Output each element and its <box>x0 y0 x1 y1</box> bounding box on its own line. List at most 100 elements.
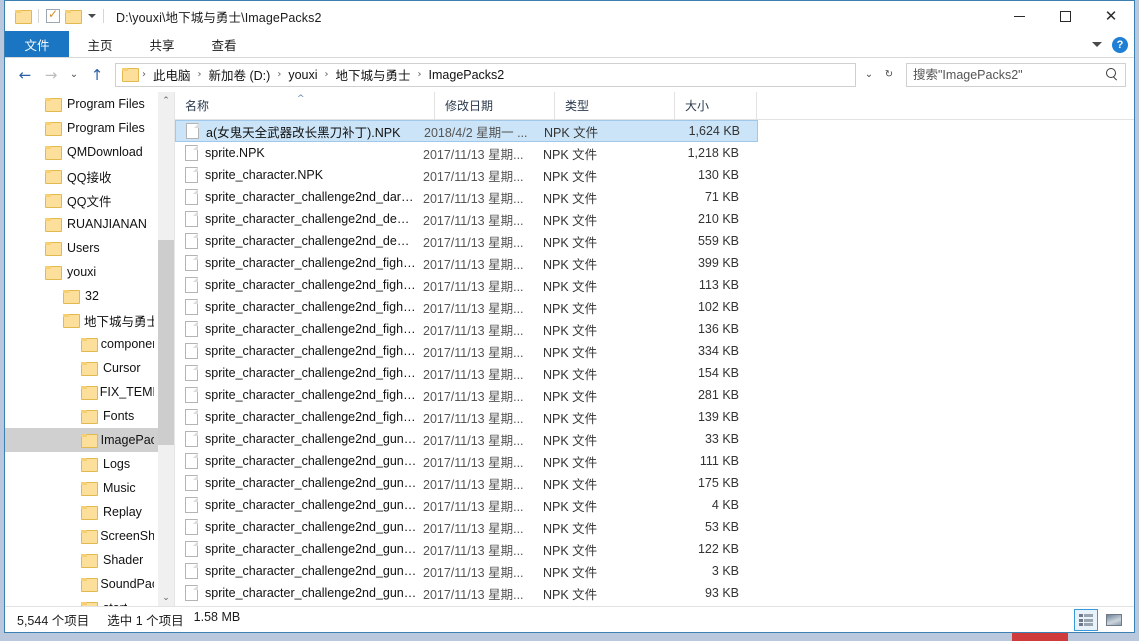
file-icon <box>185 321 198 337</box>
tab-file[interactable]: 文件 <box>5 31 69 57</box>
folder-icon <box>81 530 94 543</box>
caret-down-icon[interactable]: ⌄ <box>158 589 174 606</box>
tree-item[interactable]: Program Files <box>5 92 158 116</box>
folder-icon[interactable] <box>15 10 31 23</box>
tree-item[interactable]: Users <box>5 236 158 260</box>
table-row[interactable]: sprite_character_challenge2nd_fighter...… <box>175 296 758 318</box>
tree-item[interactable]: start <box>5 596 158 606</box>
table-row[interactable]: sprite_character_challenge2nd_fighter...… <box>175 406 758 428</box>
table-row[interactable]: sprite.NPK2017/11/13 星期...NPK 文件1,218 KB <box>175 142 758 164</box>
tree-item[interactable]: QMDownload <box>5 140 158 164</box>
address-dropdown-button[interactable]: ⌄ <box>860 63 878 87</box>
tree-item[interactable]: ImagePack <box>5 428 158 452</box>
tree-item[interactable]: RUANJIANAN <box>5 212 158 236</box>
table-row[interactable]: sprite_character_challenge2nd_fighter...… <box>175 318 758 340</box>
recent-locations-button[interactable]: ⌄ <box>65 63 83 87</box>
breadcrumb[interactable]: › 此电脑 › 新加卷 (D:) › youxi › 地下城与勇士 › Imag… <box>115 63 856 87</box>
tree-item[interactable]: Cursor <box>5 356 158 380</box>
status-selection-size: 1.58 MB <box>194 610 241 629</box>
search-input[interactable] <box>913 68 1093 82</box>
tab-share[interactable]: 共享 <box>131 31 193 57</box>
maximize-button[interactable] <box>1042 1 1088 31</box>
tree-item[interactable]: Music <box>5 476 158 500</box>
table-row[interactable]: a(女鬼天全武器改长黑刀补丁).NPK2018/4/2 星期一 ...NPK 文… <box>175 120 758 142</box>
file-name: sprite_character_challenge2nd_fighter... <box>205 410 423 424</box>
file-size: 33 KB <box>663 432 739 446</box>
column-header-date[interactable]: 修改日期 <box>435 92 555 119</box>
tree-item[interactable]: Program Files <box>5 116 158 140</box>
table-row[interactable]: sprite_character_challenge2nd_darkk...20… <box>175 186 758 208</box>
file-name: sprite_character_challenge2nd_fighter... <box>205 322 423 336</box>
table-row[interactable]: sprite_character.NPK2017/11/13 星期...NPK … <box>175 164 758 186</box>
tree-item[interactable]: QQ文件 <box>5 188 158 212</box>
breadcrumb-item-youxi[interactable]: youxi <box>285 68 320 82</box>
table-row[interactable]: sprite_character_challenge2nd_fighter...… <box>175 340 758 362</box>
tree-scrollbar[interactable]: ⌃ ⌄ <box>158 92 174 606</box>
table-row[interactable]: sprite_character_challenge2nd_gunne...20… <box>175 538 758 560</box>
tree-scrollbar-thumb[interactable] <box>158 240 174 445</box>
table-row[interactable]: sprite_character_challenge2nd_gunne...20… <box>175 582 758 604</box>
table-row[interactable]: sprite_character_challenge2nd_gunne...20… <box>175 472 758 494</box>
table-row[interactable]: sprite_character_challenge2nd_fighter...… <box>175 252 758 274</box>
table-row[interactable]: sprite_character_challenge2nd_demo...201… <box>175 230 758 252</box>
search-box[interactable] <box>906 63 1126 87</box>
table-row[interactable]: sprite_character_challenge2nd_fighter...… <box>175 274 758 296</box>
tree-item[interactable]: Logs <box>5 452 158 476</box>
tree-item[interactable]: ScreenShot <box>5 524 158 548</box>
column-header-size[interactable]: 大小 <box>675 92 757 119</box>
new-folder-icon[interactable] <box>65 10 81 23</box>
tree-item[interactable]: Fonts <box>5 404 158 428</box>
search-icon[interactable] <box>1106 68 1119 81</box>
file-type: NPK 文件 <box>543 188 663 207</box>
chevron-down-icon[interactable] <box>1092 42 1102 47</box>
back-button[interactable]: ← <box>13 63 37 87</box>
close-button[interactable]: ✕ <box>1088 1 1134 31</box>
tree-item[interactable]: Shader <box>5 548 158 572</box>
breadcrumb-item-this-pc[interactable]: 此电脑 <box>150 65 194 84</box>
file-type: NPK 文件 <box>543 298 663 317</box>
tree-item[interactable]: youxi <box>5 260 158 284</box>
folder-icon <box>45 218 61 231</box>
properties-checkbox-icon[interactable] <box>46 9 60 23</box>
tab-home[interactable]: 主页 <box>69 31 131 57</box>
file-date: 2017/11/13 星期... <box>423 298 543 317</box>
file-icon <box>185 145 198 161</box>
tree-item[interactable]: SoundPack <box>5 572 158 596</box>
tree-item[interactable]: Replay <box>5 500 158 524</box>
chevron-down-icon[interactable] <box>88 14 96 18</box>
table-row[interactable]: sprite_character_challenge2nd_fighter...… <box>175 384 758 406</box>
file-type: NPK 文件 <box>543 474 663 493</box>
column-header-type[interactable]: 类型 <box>555 92 675 119</box>
quick-access-toolbar <box>5 9 106 23</box>
file-icon <box>185 233 198 249</box>
table-row[interactable]: sprite_character_challenge2nd_gunne...20… <box>175 560 758 582</box>
tab-view[interactable]: 查看 <box>193 31 255 57</box>
table-row[interactable]: sprite_character_challenge2nd_fighter...… <box>175 362 758 384</box>
table-row[interactable]: sprite_character_challenge2nd_gunne...20… <box>175 516 758 538</box>
caret-up-icon[interactable]: ⌃ <box>158 92 174 109</box>
folder-icon <box>81 434 95 447</box>
tree-item[interactable]: QQ接收 <box>5 164 158 188</box>
table-row[interactable]: sprite_character_challenge2nd_gunne...20… <box>175 428 758 450</box>
breadcrumb-item-dnf[interactable]: 地下城与勇士 <box>333 65 414 84</box>
large-icons-view-button[interactable] <box>1102 609 1126 631</box>
tree-item[interactable]: 32 <box>5 284 158 308</box>
breadcrumb-item-imagepacks2[interactable]: ImagePacks2 <box>426 68 508 82</box>
table-row[interactable]: sprite_character_challenge2nd_gunne...20… <box>175 494 758 516</box>
column-header-name[interactable]: 名称 ^ <box>175 92 435 119</box>
table-row[interactable]: sprite_character_challenge2nd_gunne...20… <box>175 450 758 472</box>
refresh-button[interactable]: ↻ <box>880 63 898 87</box>
details-view-button[interactable] <box>1074 609 1098 631</box>
help-icon[interactable]: ? <box>1112 37 1128 53</box>
file-explorer-window: D:\youxi\地下城与勇士\ImagePacks2 ✕ 文件 主页 共享 查… <box>4 0 1135 633</box>
tree-item[interactable]: component <box>5 332 158 356</box>
tree-item[interactable]: 地下城与勇士 <box>5 308 158 332</box>
breadcrumb-item-drive-d[interactable]: 新加卷 (D:) <box>206 65 274 84</box>
folder-icon <box>45 170 61 183</box>
file-name: sprite.NPK <box>205 146 423 160</box>
table-row[interactable]: sprite_character_challenge2nd_demo...201… <box>175 208 758 230</box>
tree-item[interactable]: FIX_TEMP_ <box>5 380 158 404</box>
up-button[interactable]: ↑ <box>85 63 109 87</box>
minimize-button[interactable] <box>996 1 1042 31</box>
forward-button[interactable]: → <box>39 63 63 87</box>
